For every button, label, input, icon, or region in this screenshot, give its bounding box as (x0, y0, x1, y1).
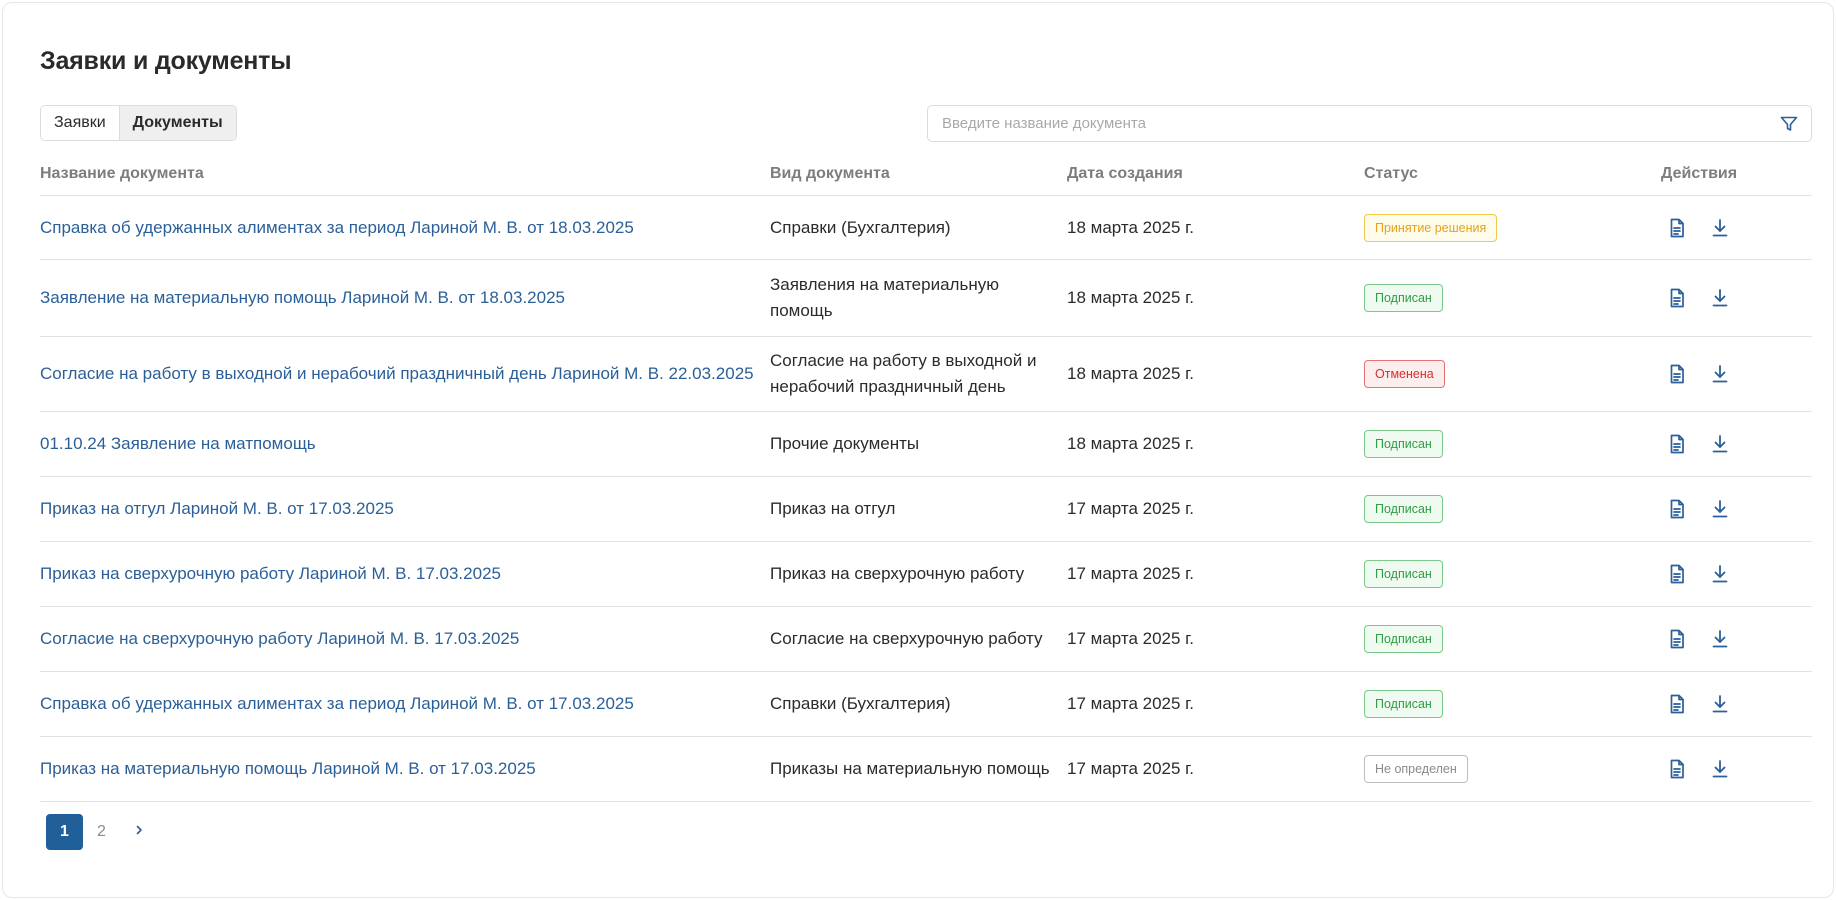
document-date: 18 марта 2025 г. (1067, 434, 1195, 453)
document-type: Прочие документы (770, 434, 920, 453)
document-type: Справки (Бухгалтерия) (770, 694, 951, 713)
tab-documents[interactable]: Документы (118, 106, 236, 140)
documents-table: Название документа Вид документа Дата со… (40, 153, 1812, 802)
document-icon[interactable] (1666, 433, 1688, 455)
document-date: 18 марта 2025 г. (1067, 364, 1195, 383)
tab-group: Заявки Документы (40, 105, 237, 141)
row-actions (1661, 217, 1812, 239)
status-badge: Подписан (1364, 430, 1443, 458)
table-row: Приказ на отгул Лариной М. В. от 17.03.2… (40, 477, 1812, 542)
status-badge: Подписан (1364, 690, 1443, 718)
page-title: Заявки и документы (40, 47, 292, 75)
status-badge: Принятие решения (1364, 213, 1498, 242)
document-icon[interactable] (1666, 287, 1688, 309)
document-type: Приказ на отгул (770, 499, 896, 518)
download-icon[interactable] (1709, 758, 1731, 780)
document-name-link[interactable]: Приказ на отгул Лариной М. В. от 17.03.2… (40, 499, 394, 518)
document-date: 17 марта 2025 г. (1067, 629, 1195, 648)
table-row: Согласие на работу в выходной и нерабочи… (40, 337, 1812, 412)
document-date: 17 марта 2025 г. (1067, 759, 1195, 778)
row-actions (1661, 287, 1812, 309)
download-icon[interactable] (1709, 363, 1731, 385)
document-name-link[interactable]: Заявление на материальную помощь Лариной… (40, 288, 565, 307)
search-input[interactable] (928, 106, 1768, 141)
document-icon[interactable] (1666, 563, 1688, 585)
header-date: Дата создания (1067, 165, 1183, 182)
table-header: Название документа Вид документа Дата со… (40, 153, 1812, 196)
table-row: Приказ на сверхурочную работу Лариной М.… (40, 542, 1812, 607)
download-icon[interactable] (1709, 693, 1731, 715)
download-icon[interactable] (1709, 498, 1731, 520)
document-date: 17 марта 2025 г. (1067, 564, 1195, 583)
pagination: 1 2 (46, 814, 157, 850)
document-name-link[interactable]: Приказ на сверхурочную работу Лариной М.… (40, 564, 501, 583)
page-button-1[interactable]: 1 (46, 814, 83, 850)
row-actions (1661, 693, 1812, 715)
header-status: Статус (1364, 165, 1418, 182)
download-icon[interactable] (1709, 433, 1731, 455)
row-actions (1661, 628, 1812, 650)
download-icon[interactable] (1709, 217, 1731, 239)
document-icon[interactable] (1666, 628, 1688, 650)
status-badge: Не определен (1364, 755, 1468, 783)
table-row: Приказ на материальную помощь Лариной М.… (40, 737, 1812, 802)
document-date: 17 марта 2025 г. (1067, 694, 1195, 713)
table-row: Справка об удержанных алиментах за перио… (40, 196, 1812, 260)
document-type: Приказ на сверхурочную работу (770, 564, 1025, 583)
table-row: Заявление на материальную помощь Лариной… (40, 260, 1812, 337)
document-type: Согласие на работу в выходной и нерабочи… (770, 351, 1037, 396)
document-date: 17 марта 2025 г. (1067, 499, 1195, 518)
row-actions (1661, 563, 1812, 585)
page-button-2[interactable]: 2 (83, 814, 120, 850)
status-badge: Отменена (1364, 360, 1445, 388)
row-actions (1661, 433, 1812, 455)
header-type: Вид документа (770, 165, 890, 182)
row-actions (1661, 498, 1812, 520)
document-name-link[interactable]: Справка об удержанных алиментах за перио… (40, 694, 634, 713)
status-badge: Подписан (1364, 625, 1443, 653)
documents-card: Заявки и документы Заявки Документы Назв… (2, 2, 1834, 898)
document-name-link[interactable]: 01.10.24 Заявление на матпомощь (40, 434, 316, 453)
document-name-link[interactable]: Приказ на материальную помощь Лариной М.… (40, 759, 536, 778)
document-type: Согласие на сверхурочную работу (770, 629, 1043, 648)
document-type: Справки (Бухгалтерия) (770, 217, 951, 237)
next-page-button[interactable] (120, 814, 157, 850)
document-type: Приказы на материальную помощь (770, 759, 1050, 778)
download-icon[interactable] (1709, 563, 1731, 585)
table-row: Справка об удержанных алиментах за перио… (40, 672, 1812, 737)
download-icon[interactable] (1709, 287, 1731, 309)
document-date: 18 марта 2025 г. (1067, 217, 1195, 237)
status-badge: Подписан (1364, 560, 1443, 588)
filter-icon[interactable] (1779, 114, 1799, 134)
table-row: 01.10.24 Заявление на матпомощь Прочие до… (40, 412, 1812, 477)
status-badge: Подписан (1364, 495, 1443, 523)
document-date: 18 марта 2025 г. (1067, 288, 1195, 307)
header-name: Название документа (40, 165, 204, 182)
chevron-right-icon (133, 823, 145, 841)
document-name-link[interactable]: Согласие на работу в выходной и нерабочи… (40, 364, 754, 383)
document-icon[interactable] (1666, 498, 1688, 520)
search-box (927, 105, 1812, 142)
document-icon[interactable] (1666, 758, 1688, 780)
download-icon[interactable] (1709, 628, 1731, 650)
document-icon[interactable] (1666, 363, 1688, 385)
table-row: Согласие на сверхурочную работу Лариной … (40, 607, 1812, 672)
document-type: Заявления на материальную помощь (770, 275, 999, 320)
header-actions: Действия (1661, 165, 1738, 182)
tab-requests[interactable]: Заявки (41, 106, 119, 140)
document-icon[interactable] (1666, 217, 1688, 239)
document-name-link[interactable]: Согласие на сверхурочную работу Лариной … (40, 629, 519, 648)
row-actions (1661, 363, 1812, 385)
status-badge: Подписан (1364, 284, 1443, 312)
document-icon[interactable] (1666, 693, 1688, 715)
table-body: Справка об удержанных алиментах за перио… (40, 196, 1812, 802)
document-name-link[interactable]: Справка об удержанных алиментах за перио… (40, 218, 634, 237)
row-actions (1661, 758, 1812, 780)
